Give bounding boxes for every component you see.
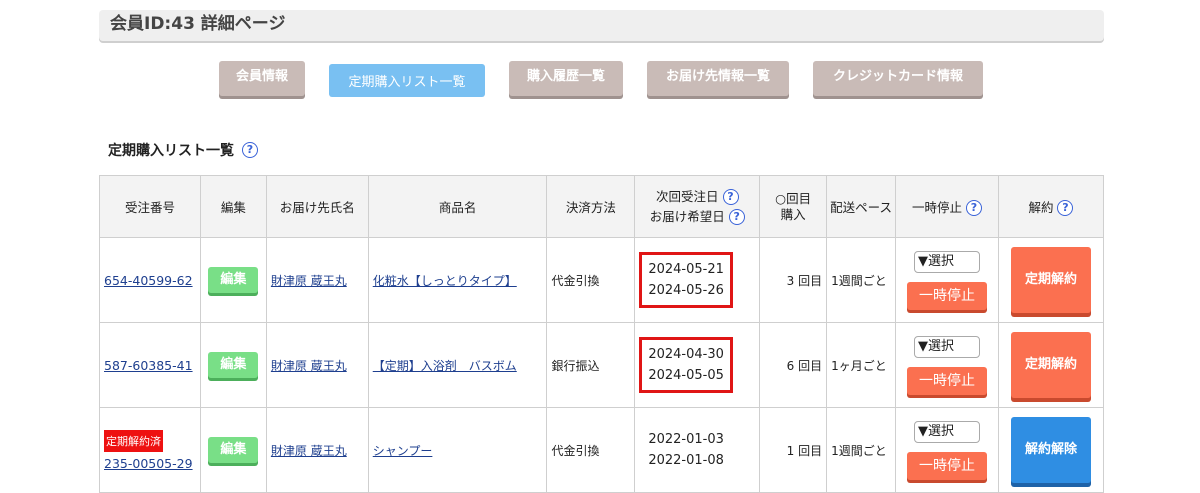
pause-cell: ▼選択 一時停止 [895, 322, 999, 408]
tab-delivery-info[interactable]: お届け先情報一覧 [647, 61, 789, 96]
shipping-cell: 1週間ごと [826, 237, 896, 323]
tab-purchase-history[interactable]: 購入履歴一覧 [509, 61, 623, 96]
order-no-cell: 587-60385-41 [99, 322, 201, 408]
tab-bar: 会員情報 定期購入リスト一覧 購入履歴一覧 お届け先情報一覧 クレジットカード情… [0, 61, 1200, 101]
payment-cell: 代金引換 [546, 237, 636, 323]
product-link[interactable]: 【定期】入浴剤 バスボム [373, 359, 517, 373]
release-cancellation-button[interactable]: 解約解除 [1010, 417, 1091, 483]
recipient-cell: 財津原 蔵王丸 [265, 322, 369, 408]
next-order-date: 2024-05-21 [648, 262, 724, 277]
product-cell: シャンプー [367, 407, 548, 493]
col-count-line1: ○回目 [775, 190, 812, 206]
edit-button[interactable]: 編集 [208, 437, 259, 463]
dates-box: 2022-01-03 2022-01-08 [639, 422, 733, 478]
question-circle-icon[interactable]: ? [965, 200, 982, 217]
table-row: 654-40599-62 編集 財津原 蔵王丸 化粧水【しっとりタイプ】 代金引… [99, 237, 1105, 323]
pause-select[interactable]: ▼選択 [913, 250, 980, 273]
col-pause-label: 一時停止 [911, 199, 962, 215]
page-header: 会員ID:43 詳細ページ [99, 10, 1104, 41]
dates-highlight-box: 2024-05-21 2024-05-26 [639, 252, 733, 308]
recipient-link[interactable]: 財津原 蔵王丸 [271, 274, 347, 288]
subscription-table: 受注番号 編集 お届け先氏名 商品名 決済方法 次回受注日 ? お届け希望日 ?… [99, 175, 1105, 493]
tab-member-info[interactable]: 会員情報 [219, 61, 305, 96]
col-recipient: お届け先氏名 [265, 175, 369, 238]
cancel-subscription-button[interactable]: 定期解約 [1010, 332, 1091, 398]
col-product: 商品名 [367, 175, 548, 238]
page-title: 会員ID:43 詳細ページ [110, 14, 286, 34]
pause-select[interactable]: ▼選択 [913, 420, 980, 443]
recipient-link[interactable]: 財津原 蔵王丸 [271, 444, 347, 458]
edit-button[interactable]: 編集 [208, 352, 259, 378]
dates-cell: 2024-05-21 2024-05-26 [634, 237, 761, 323]
col-delivery-label: お届け希望日 [649, 208, 725, 224]
pause-button[interactable]: 一時停止 [906, 281, 987, 310]
col-order-no: 受注番号 [99, 175, 201, 238]
question-circle-icon[interactable]: ? [728, 209, 745, 225]
question-circle-icon[interactable]: ? [1057, 200, 1074, 217]
tab-subscription-list[interactable]: 定期購入リスト一覧 [329, 64, 485, 97]
col-edit: 編集 [199, 175, 267, 238]
cancel-cell: 定期解約 [997, 237, 1105, 323]
col-payment: 決済方法 [546, 175, 636, 238]
delivery-date: 2024-05-26 [648, 283, 724, 298]
shipping-cell: 1週間ごと [826, 407, 896, 493]
table-row: 定期解約済 235-00505-29 編集 財津原 蔵王丸 シャンプー 代金引換… [99, 407, 1105, 493]
cancel-cell: 定期解約 [997, 322, 1105, 408]
product-cell: 【定期】入浴剤 バスボム [367, 322, 548, 408]
col-shipping: 配送ペース [826, 175, 896, 238]
question-circle-icon[interactable]: ? [722, 189, 739, 205]
recipient-cell: 財津原 蔵王丸 [265, 407, 369, 493]
payment-cell: 代金引換 [546, 407, 636, 493]
order-no-cell: 定期解約済 235-00505-29 [99, 407, 201, 493]
section-title-text: 定期購入リスト一覧 [108, 143, 234, 159]
table-row: 587-60385-41 編集 財津原 蔵王丸 【定期】入浴剤 バスボム 銀行振… [99, 322, 1105, 408]
product-link[interactable]: 化粧水【しっとりタイプ】 [373, 274, 517, 288]
order-no-link[interactable]: 587-60385-41 [104, 358, 193, 373]
pause-select[interactable]: ▼選択 [913, 335, 980, 358]
product-link[interactable]: シャンプー [373, 444, 433, 458]
cancel-subscription-button[interactable]: 定期解約 [1010, 247, 1091, 313]
delivery-date: 2024-05-05 [648, 368, 724, 383]
col-count-line2: 購入 [780, 206, 806, 222]
col-cancel-label: 解約 [1028, 199, 1054, 215]
col-pause: 一時停止 ? [895, 175, 999, 238]
cancel-cell: 解約解除 [997, 407, 1105, 493]
order-no-link[interactable]: 654-40599-62 [104, 273, 193, 288]
cancelled-badge: 定期解約済 [104, 429, 163, 452]
shipping-cell: 1ヶ月ごと [826, 322, 896, 408]
edit-button[interactable]: 編集 [208, 267, 259, 293]
next-order-date: 2024-04-30 [648, 347, 724, 362]
payment-cell: 銀行振込 [546, 322, 636, 408]
recipient-link[interactable]: 財津原 蔵王丸 [271, 359, 347, 373]
question-circle-icon[interactable]: ? [242, 142, 258, 158]
pause-button[interactable]: 一時停止 [906, 366, 987, 395]
col-cancel: 解約 ? [997, 175, 1105, 238]
recipient-cell: 財津原 蔵王丸 [265, 237, 369, 323]
table-header-row: 受注番号 編集 お届け先氏名 商品名 決済方法 次回受注日 ? お届け希望日 ?… [99, 175, 1105, 238]
order-no-link[interactable]: 235-00505-29 [104, 456, 193, 471]
dates-highlight-box: 2024-04-30 2024-05-05 [639, 337, 733, 393]
order-no-cell: 654-40599-62 [99, 237, 201, 323]
pause-button[interactable]: 一時停止 [906, 451, 987, 480]
pause-cell: ▼選択 一時停止 [895, 407, 999, 493]
edit-cell: 編集 [199, 322, 267, 408]
count-cell: 6 回目 [759, 322, 828, 408]
count-cell: 1 回目 [759, 407, 828, 493]
section-title: 定期購入リスト一覧 ? [108, 140, 258, 160]
product-cell: 化粧水【しっとりタイプ】 [367, 237, 548, 323]
delivery-date: 2022-01-08 [648, 453, 724, 468]
edit-cell: 編集 [199, 407, 267, 493]
tab-credit-card[interactable]: クレジットカード情報 [813, 61, 983, 96]
col-count: ○回目 購入 [759, 175, 828, 238]
pause-cell: ▼選択 一時停止 [895, 237, 999, 323]
dates-cell: 2024-04-30 2024-05-05 [634, 322, 761, 408]
dates-cell: 2022-01-03 2022-01-08 [634, 407, 761, 493]
next-order-date: 2022-01-03 [648, 432, 724, 447]
col-next-order-label: 次回受注日 [656, 188, 719, 204]
count-cell: 3 回目 [759, 237, 828, 323]
col-dates: 次回受注日 ? お届け希望日 ? [634, 175, 761, 238]
edit-cell: 編集 [199, 237, 267, 323]
